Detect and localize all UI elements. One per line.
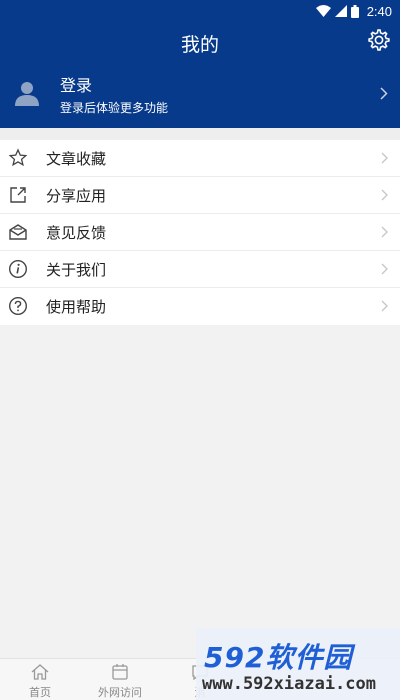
menu-item-label: 关于我们: [46, 261, 107, 279]
menu-item-share[interactable]: 分享应用: [0, 177, 400, 214]
tab-home[interactable]: 首页: [0, 659, 80, 700]
watermark-brand: 592软件园: [204, 641, 353, 674]
share-icon: [10, 187, 26, 203]
chevron-right-icon: [380, 87, 388, 100]
wifi-icon: [315, 5, 331, 17]
app-header: 我的: [0, 22, 400, 62]
star-icon: [8, 148, 28, 167]
status-bar: 2:40: [0, 0, 400, 22]
login-subtitle: 登录后体验更多功能: [60, 101, 169, 115]
menu-item-favorites[interactable]: 文章收藏: [0, 140, 400, 177]
chevron-right-icon: [381, 189, 388, 201]
watermark-url: www.592xiazai.com: [202, 674, 376, 694]
chevron-right-icon: [381, 226, 388, 238]
menu-item-about[interactable]: 关于我们: [0, 251, 400, 288]
page-title: 我的: [180, 34, 219, 56]
chevron-right-icon: [381, 263, 388, 275]
tab-label: 外网访问: [98, 686, 142, 699]
login-title: 登录: [60, 76, 93, 95]
watermark: 592软件园 www.592xiazai.com: [196, 628, 400, 700]
help-icon: [8, 296, 28, 316]
avatar-icon: [15, 82, 39, 106]
info-icon: [8, 259, 28, 279]
feedback-icon: [9, 224, 27, 240]
login-card[interactable]: 登录 登录后体验更多功能: [0, 62, 400, 128]
settings-button[interactable]: [367, 28, 391, 52]
battery-icon: [350, 4, 359, 18]
gear-icon: [368, 29, 390, 51]
chevron-right-icon: [381, 300, 388, 312]
menu-item-label: 文章收藏: [46, 150, 107, 168]
home-icon: [31, 664, 49, 680]
tab-label: 首页: [29, 686, 51, 699]
signal-icon: [334, 5, 347, 17]
menu-item-help[interactable]: 使用帮助: [0, 288, 400, 325]
chevron-right-icon: [381, 152, 388, 164]
menu-item-label: 意见反馈: [46, 224, 107, 242]
status-icons: 2:40: [315, 3, 392, 19]
menu-list: 文章收藏 分享应用 意见反馈 关于我们 使用帮助: [0, 140, 400, 325]
menu-item-label: 使用帮助: [46, 298, 107, 316]
status-time: 2:40: [366, 3, 392, 19]
menu-item-label: 分享应用: [46, 187, 107, 205]
section-divider: [0, 128, 400, 140]
menu-item-feedback[interactable]: 意见反馈: [0, 214, 400, 251]
calendar-icon: [112, 664, 128, 680]
tab-external-access[interactable]: 外网访问: [80, 659, 160, 700]
